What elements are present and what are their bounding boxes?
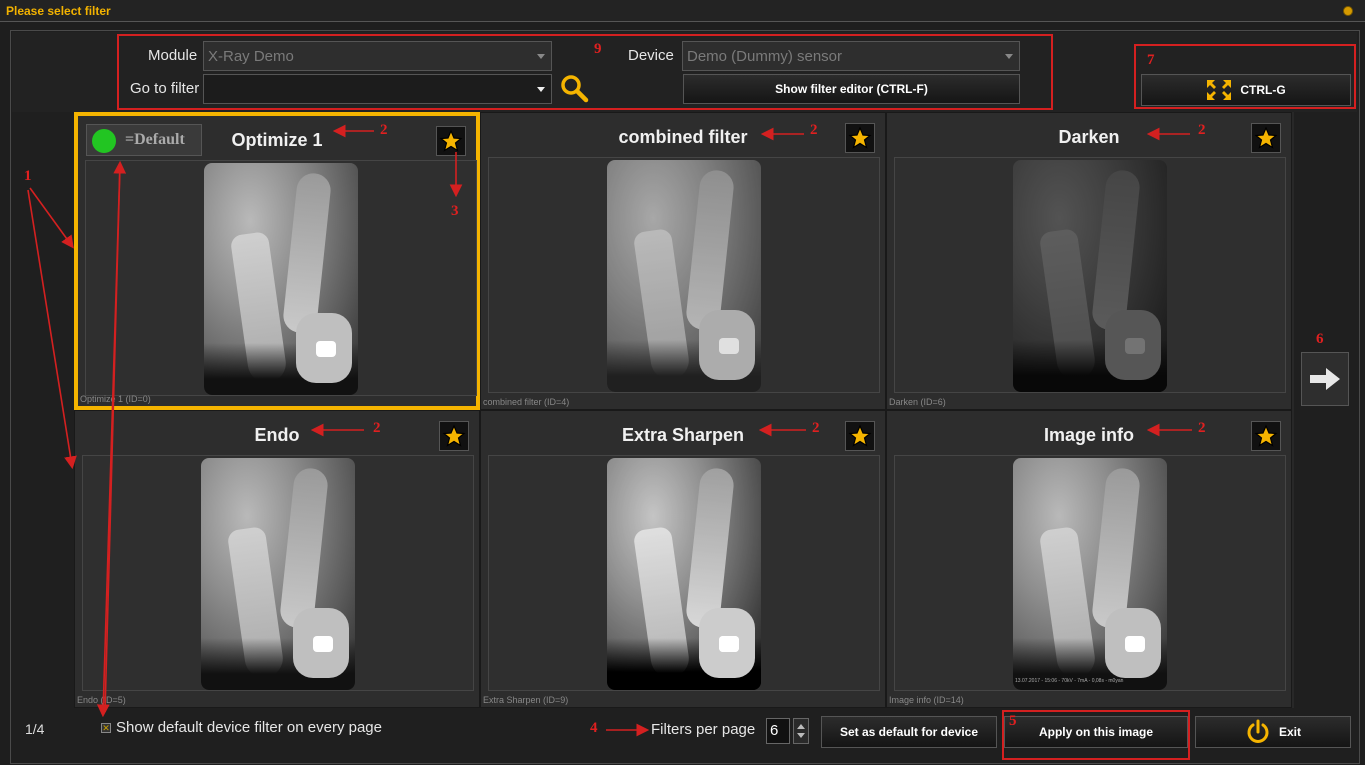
chevron-down-icon[interactable] <box>797 733 805 738</box>
filter-caption: Extra Sharpen (ID=9) <box>483 695 569 705</box>
filter-name: Image info <box>1043 425 1134 445</box>
show-default-filter-label[interactable]: Show default device filter on every page <box>116 719 382 736</box>
window-title: Please select filter <box>6 4 111 18</box>
filters-per-page-label: Filters per page <box>651 721 756 738</box>
annotation-number: 9 <box>594 41 602 57</box>
favorite-button[interactable] <box>439 421 469 451</box>
star-icon <box>442 424 466 447</box>
filter-tile[interactable]: Extra Sharpen Extra Sharpen (ID=9) <box>480 410 886 708</box>
filter-name: Extra Sharpen <box>621 425 745 445</box>
next-page-button[interactable] <box>1301 352 1349 406</box>
star-icon <box>1254 424 1278 447</box>
annotation-number: 5 <box>1009 713 1017 729</box>
filter-name: Darken <box>1058 127 1120 147</box>
filter-tile[interactable]: Darken Darken (ID=6) <box>886 112 1292 410</box>
filter-tile[interactable]: =Default Optimize 1 Optimize 1 (ID=0) <box>74 112 480 410</box>
star-icon <box>1254 126 1278 149</box>
annotation-number: 2 <box>380 122 388 138</box>
favorite-button[interactable] <box>845 123 875 153</box>
annotation-box-9 <box>117 34 1053 110</box>
filter-name: Optimize 1 <box>231 130 323 150</box>
title-bar: Please select filter <box>0 0 1365 22</box>
filters-per-page-input[interactable]: 6 <box>766 718 790 744</box>
star-icon <box>848 126 872 149</box>
filter-caption: Darken (ID=6) <box>889 397 946 407</box>
filter-preview <box>85 160 477 396</box>
filter-name: combined filter <box>618 127 748 147</box>
annotation-number: 2 <box>810 122 818 138</box>
set-default-button[interactable]: Set as default for device <box>821 716 997 748</box>
favorite-button[interactable] <box>845 421 875 451</box>
xray-image <box>1013 160 1167 392</box>
annotation-box-7 <box>1134 44 1356 109</box>
checkbox-icon[interactable]: ✕ <box>101 723 111 733</box>
annotation-number: 7 <box>1147 52 1155 68</box>
annotation-number: 6 <box>1316 331 1324 347</box>
favorite-button[interactable] <box>1251 421 1281 451</box>
page-index: 1/4 <box>25 721 45 737</box>
annotation-number: 2 <box>812 420 820 436</box>
annotation-box-5 <box>1002 710 1190 760</box>
annotation-number: 1 <box>24 168 32 184</box>
filter-preview <box>894 157 1286 393</box>
xray-image <box>204 163 358 395</box>
power-icon <box>1247 719 1269 743</box>
star-icon <box>848 424 872 447</box>
filter-tile[interactable]: Endo Endo (ID=5) <box>74 410 480 708</box>
filter-caption: combined filter (ID=4) <box>483 397 570 407</box>
filters-per-page-stepper[interactable] <box>793 718 809 744</box>
filter-caption: Optimize 1 (ID=0) <box>80 394 151 404</box>
filter-caption: Endo (ID=5) <box>77 695 126 705</box>
chevron-up-icon[interactable] <box>797 724 805 729</box>
filter-tile[interactable]: Image info 13.07.2017 - 15:06 - 70kV - 7… <box>886 410 1292 708</box>
filter-tile[interactable]: combined filter combined filter (ID=4) <box>480 112 886 410</box>
xray-image <box>607 458 761 690</box>
annotation-number: 2 <box>373 420 381 436</box>
filter-caption: Image info (ID=14) <box>889 695 964 705</box>
xray-image <box>201 458 355 690</box>
image-stamp: 13.07.2017 - 15:06 - 70kV - 7mA - 0,08s … <box>1015 678 1124 684</box>
filter-preview <box>488 157 880 393</box>
annotation-number: 2 <box>1198 122 1206 138</box>
annotation-number: 3 <box>451 203 459 219</box>
filter-preview: 13.07.2017 - 15:06 - 70kV - 7mA - 0,08s … <box>894 455 1286 691</box>
star-icon <box>439 129 463 152</box>
exit-label: Exit <box>1278 725 1301 739</box>
favorite-button[interactable] <box>1251 123 1281 153</box>
filter-preview <box>488 455 880 691</box>
filter-preview <box>82 455 474 691</box>
filter-name: Endo <box>254 425 300 445</box>
favorite-button[interactable] <box>436 126 466 156</box>
xray-image: 13.07.2017 - 15:06 - 70kV - 7mA - 0,08s … <box>1013 458 1167 690</box>
xray-image <box>607 160 761 392</box>
exit-button[interactable]: Exit <box>1195 716 1351 748</box>
arrow-right-icon <box>1310 368 1340 390</box>
close-icon[interactable] <box>1343 6 1353 16</box>
annotation-number: 4 <box>590 720 598 736</box>
annotation-number: 2 <box>1198 420 1206 436</box>
